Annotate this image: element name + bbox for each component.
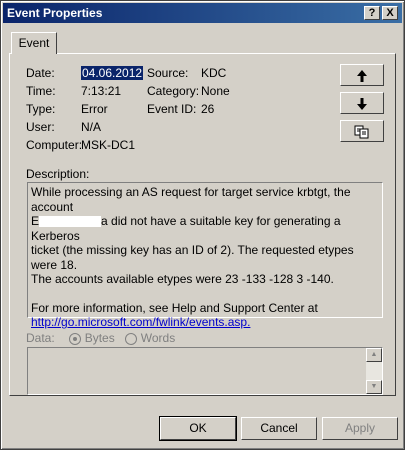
date-value[interactable]: 04.06.2012	[81, 66, 144, 80]
time-value: 7:13:21	[81, 84, 122, 98]
event-id-value: 26	[201, 102, 215, 116]
time-label: Time:	[26, 84, 56, 98]
user-value: N/A	[81, 120, 102, 134]
description-line2-prefix: E	[31, 214, 40, 228]
tab-event[interactable]: Event	[11, 32, 57, 54]
scroll-down-arrow-icon[interactable]: ▼	[366, 380, 382, 394]
window-title: Event Properties	[7, 6, 103, 20]
cancel-button[interactable]: Cancel	[241, 417, 317, 440]
data-label: Data:	[26, 331, 55, 345]
event-properties-dialog: Event Properties ? X Event Date: 04.06.2…	[0, 0, 405, 450]
description-text-box[interactable]: While processing an AS request for targe…	[27, 182, 383, 329]
scroll-up-arrow-icon[interactable]: ▲	[366, 348, 382, 362]
help-link[interactable]: http://go.microsoft.com/fwlink/events.as…	[31, 315, 250, 329]
computer-value: MSK-DC1	[81, 138, 136, 152]
computer-label: Computer:	[26, 138, 83, 152]
help-button[interactable]: ?	[364, 6, 380, 20]
description-label: Description:	[26, 167, 90, 181]
redacted-account	[39, 216, 102, 228]
bytes-radio[interactable]	[69, 332, 82, 345]
description-line: The accounts available etypes were 23 -1…	[31, 272, 334, 286]
up-arrow-icon	[357, 70, 367, 83]
copy-icon	[354, 125, 369, 139]
previous-event-button[interactable]	[340, 64, 384, 86]
source-label: Source:	[147, 66, 189, 80]
close-button[interactable]: X	[382, 6, 398, 20]
category-label: Category:	[147, 84, 200, 98]
description-line: Ea did not have a suitable key for gener…	[31, 214, 379, 243]
data-scrollbar[interactable]: ▲ ▼	[366, 348, 382, 394]
data-options-row: Data: Bytes Words	[26, 331, 175, 345]
ok-button[interactable]: OK	[159, 416, 237, 441]
copy-button[interactable]	[340, 120, 384, 142]
event-id-label: Event ID:	[147, 102, 197, 116]
title-bar: Event Properties ? X	[3, 3, 402, 23]
down-arrow-icon	[357, 98, 367, 111]
category-value: None	[201, 84, 230, 98]
data-text-box[interactable]: ▲ ▼	[27, 347, 383, 395]
apply-button[interactable]: Apply	[322, 417, 398, 440]
words-label: Words	[140, 331, 176, 345]
description-line: While processing an AS request for targe…	[31, 185, 351, 214]
source-value: KDC	[201, 66, 227, 80]
next-event-button[interactable]	[340, 92, 384, 114]
more-info-text: For more information, see Help and Suppo…	[31, 300, 318, 315]
date-label: Date:	[26, 66, 55, 80]
user-label: User:	[26, 120, 55, 134]
type-value: Error	[81, 102, 108, 116]
type-label: Type:	[26, 102, 56, 116]
description-line: ticket (the missing key has an ID of 2).…	[31, 243, 354, 272]
bytes-label: Bytes	[84, 331, 115, 345]
words-radio[interactable]	[125, 332, 138, 345]
